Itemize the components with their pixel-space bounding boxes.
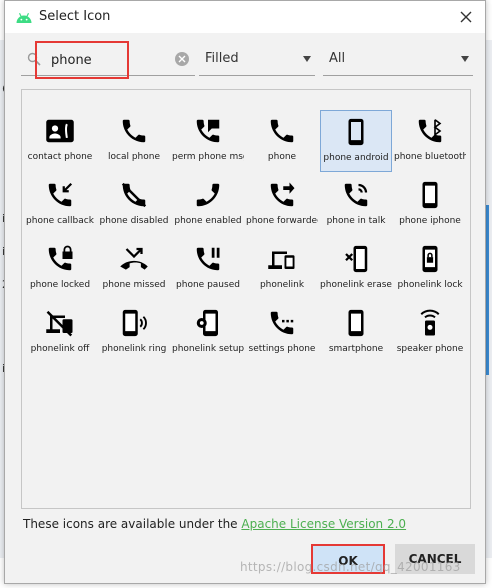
phonelink-icon — [268, 251, 295, 269]
icon-tile[interactable]: phonelink setup — [172, 302, 244, 364]
icon-label: phonelink off — [30, 344, 90, 354]
android-icon — [16, 12, 32, 23]
settings-phone-icon — [270, 311, 294, 335]
contact-phone-icon — [46, 119, 74, 143]
icon-tile[interactable]: speaker phone — [394, 302, 466, 364]
icon-label: phone android — [323, 153, 389, 163]
icon-tile[interactable]: phone locked — [24, 238, 96, 300]
icon-label: phonelink lock — [397, 280, 463, 290]
icon-label: phone forwarded — [246, 216, 318, 226]
icon-tile[interactable]: phone android — [320, 110, 392, 172]
icon-label: phonelink ring — [101, 344, 167, 354]
icon-tile[interactable]: phone — [246, 110, 318, 172]
search-box — [21, 45, 195, 76]
icon-tile[interactable]: phonelink ring — [98, 302, 170, 364]
icon-label: phonelink setup — [172, 344, 244, 354]
smartphone-icon — [348, 309, 364, 337]
dialog-title: Select Icon — [39, 9, 111, 24]
icon-label: perm phone msg — [172, 152, 244, 162]
category-dropdown-value: All — [329, 51, 346, 66]
phone-icon — [270, 119, 294, 143]
icon-label: settings phone — [248, 344, 316, 354]
license-text: These icons are available under the — [23, 517, 242, 531]
local-phone-icon — [122, 119, 146, 143]
phone-forwarded-icon — [270, 182, 295, 207]
icon-tile[interactable]: phone in talk — [320, 174, 392, 236]
phone-iphone-icon — [422, 181, 438, 209]
cancel-button[interactable]: CANCEL — [395, 544, 475, 574]
search-input[interactable] — [51, 50, 169, 70]
phonelink-off-icon — [46, 310, 73, 337]
icon-label: phone iphone — [399, 216, 461, 226]
speaker-phone-icon — [420, 309, 440, 336]
icon-tile[interactable]: phone bluetooth — [394, 110, 466, 172]
icon-label: phone bluetooth — [394, 152, 466, 162]
icon-tile[interactable]: phone forwarded — [246, 174, 318, 236]
icon-tile[interactable]: local phone — [98, 110, 170, 172]
ok-button[interactable]: OK — [311, 544, 385, 574]
icon-tile[interactable]: smartphone — [320, 302, 392, 364]
icon-label: speaker phone — [396, 344, 464, 354]
phonelink-lock-icon — [422, 245, 438, 273]
phonelink-erase-icon — [345, 245, 368, 273]
phonelink-setup-icon — [196, 309, 218, 337]
chevron-down-icon — [461, 56, 469, 62]
icon-tile[interactable]: settings phone — [246, 302, 318, 364]
icon-tile[interactable]: phonelink lock — [394, 238, 466, 300]
icon-tile[interactable]: phonelink erase — [320, 238, 392, 300]
icon-label: phone disabled — [99, 216, 169, 226]
phonelink-ring-icon — [122, 309, 147, 337]
select-icon-dialog: Select Icon Filled All con — [4, 0, 486, 584]
chevron-down-icon — [303, 56, 311, 62]
icon-tile[interactable]: contact phone — [24, 110, 96, 172]
icon-tile[interactable]: perm phone msg — [172, 110, 244, 172]
phone-locked-icon — [48, 245, 73, 271]
icon-tile[interactable]: phone missed — [98, 238, 170, 300]
icon-label: phonelink — [259, 280, 305, 290]
phone-in-talk-icon — [344, 183, 368, 207]
icon-tile[interactable]: phone enabled — [172, 174, 244, 236]
style-dropdown-value: Filled — [205, 51, 239, 66]
icon-tile[interactable]: phone paused — [172, 238, 244, 300]
icon-tile[interactable]: phone disabled — [98, 174, 170, 236]
phone-android-icon — [348, 118, 364, 146]
phone-disabled-icon — [121, 182, 147, 208]
icon-label: smartphone — [328, 344, 384, 354]
phone-paused-icon — [196, 247, 220, 271]
license-note: These icons are available under the Apac… — [23, 517, 406, 531]
icon-label: local phone — [108, 152, 160, 162]
phone-enabled-icon — [196, 183, 220, 207]
phone-bluetooth-icon — [418, 119, 442, 143]
license-link[interactable]: Apache License Version 2.0 — [241, 517, 406, 531]
icon-label: phone enabled — [174, 216, 242, 226]
icon-label: phone locked — [29, 280, 91, 290]
icon-tile[interactable]: phonelink — [246, 238, 318, 300]
clear-search-icon[interactable] — [175, 52, 189, 66]
icon-label: phone callback — [26, 216, 94, 226]
close-button[interactable] — [453, 5, 479, 29]
phone-missed-icon — [120, 247, 148, 270]
icon-label: phone in talk — [326, 216, 386, 226]
perm-phone-msg-icon — [196, 119, 220, 143]
icon-label: phone — [267, 152, 297, 162]
icon-label: phonelink erase — [320, 280, 392, 290]
icon-tile[interactable]: phonelink off — [24, 302, 96, 364]
close-icon — [460, 11, 472, 23]
icon-grid-panel: contact phone local phone perm phone msg ph… — [21, 89, 471, 509]
search-icon — [27, 52, 41, 66]
icon-label: phone missed — [102, 280, 166, 290]
phone-callback-icon — [48, 182, 73, 207]
icon-tile[interactable]: phone iphone — [394, 174, 466, 236]
icon-label: phone paused — [176, 280, 240, 290]
icon-tile[interactable]: phone callback — [24, 174, 96, 236]
style-dropdown[interactable]: Filled — [199, 45, 315, 76]
filter-toolbar: Filled All — [21, 41, 473, 79]
icon-label: contact phone — [27, 152, 93, 162]
category-dropdown[interactable]: All — [323, 45, 473, 76]
title-bar: Select Icon — [5, 1, 485, 33]
